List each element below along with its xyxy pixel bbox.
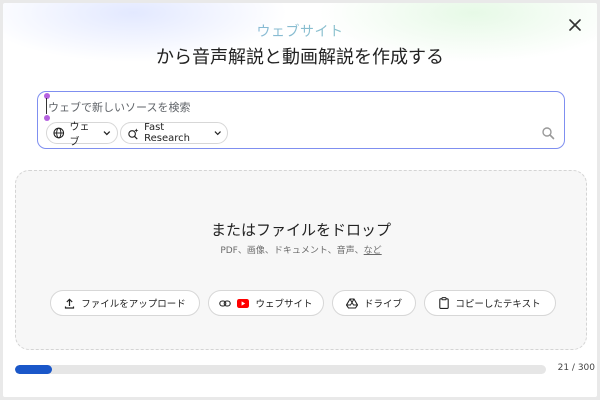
search-icon [542, 127, 555, 140]
source-type-dropdown[interactable]: ウェブ [46, 122, 118, 148]
website-source-button[interactable]: ウェブサイト [208, 290, 324, 316]
chevron-down-icon [214, 131, 221, 136]
source-count-label: 21 / 300 [557, 363, 595, 373]
search-input[interactable] [48, 99, 528, 115]
drop-zone-subtitle: PDF、画像、ドキュメント、音声、など [16, 243, 586, 256]
drive-icon [345, 297, 358, 309]
text-caret [46, 98, 47, 114]
drive-source-button[interactable]: ドライブ [332, 290, 416, 316]
website-source-label: ウェブサイト [255, 299, 313, 310]
copied-text-label: コピーしたテキスト [455, 299, 541, 310]
upload-file-button[interactable]: ファイルをアップロード [50, 290, 200, 316]
clipboard-icon [439, 297, 450, 309]
file-drop-zone[interactable]: またはファイルをドロップ PDF、画像、ドキュメント、音声、など ファイルをアッ… [15, 170, 587, 350]
source-limit-progress [15, 365, 546, 374]
page-title: から音声解説と動画解説を作成する [156, 47, 444, 68]
youtube-icon [237, 298, 250, 308]
upload-file-label: ファイルをアップロード [81, 299, 186, 310]
drive-source-label: ドライブ [363, 299, 402, 310]
drop-zone-title: またはファイルをドロップ [210, 221, 391, 239]
source-limit-progress-fill [15, 365, 53, 374]
add-sources-dialog: ウェブサイト から音声解説と動画解説を作成する ウェブ Fast Researc [3, 3, 597, 397]
more-types-link[interactable]: など [364, 246, 382, 256]
search-submit-button[interactable] [541, 126, 555, 140]
globe-icon [53, 127, 65, 139]
cursor-handle-bottom [44, 115, 50, 121]
chevron-down-icon [103, 131, 111, 136]
link-icon [219, 299, 232, 307]
research-mode-dropdown[interactable]: Fast Research [120, 122, 228, 144]
header-kicker: ウェブサイト [3, 21, 597, 41]
upload-icon [65, 297, 75, 309]
research-mode-label: Fast Research [144, 122, 190, 144]
sparkle-search-icon [128, 127, 139, 140]
copied-text-button[interactable]: コピーしたテキスト [424, 290, 556, 316]
supported-types-text: PDF、画像、ドキュメント、音声、 [220, 246, 364, 256]
search-box: ウェブ Fast Research [37, 91, 565, 149]
source-type-label: ウェブ [69, 122, 90, 148]
